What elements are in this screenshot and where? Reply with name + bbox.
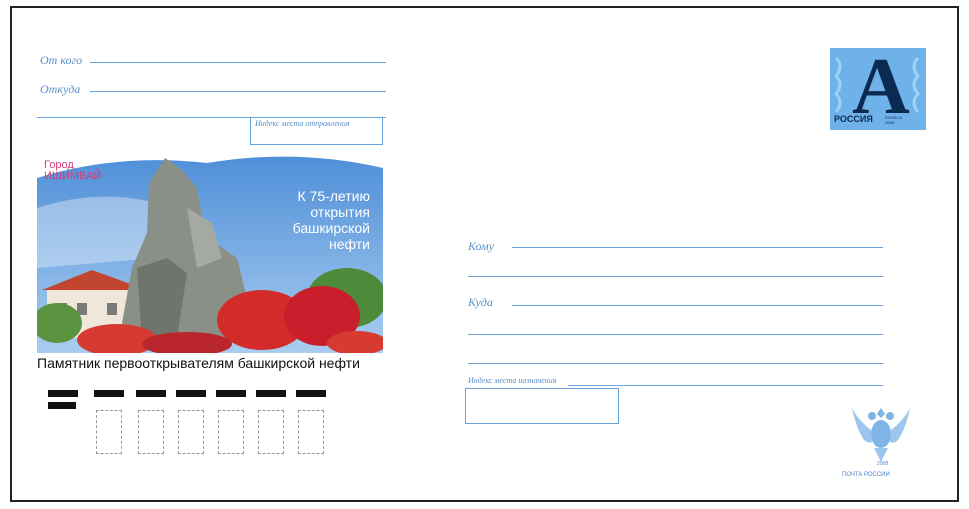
emblem-year: 2008: [877, 461, 889, 467]
postcode-bar: [176, 390, 206, 397]
postcode-bar: [94, 390, 124, 397]
postcode-bar: [256, 390, 286, 397]
recipient-postcode-label: Индекс места назначения: [468, 376, 557, 385]
recipient-postcode-box: [465, 388, 619, 424]
town-name: ИШИМБАЙ: [44, 170, 102, 182]
postcode-digit-box: [96, 410, 122, 454]
sender-from-line: [90, 62, 386, 63]
recipient-to-line: [512, 247, 883, 248]
postcode-bar: [216, 390, 246, 397]
anniversary-line-4: нефти: [329, 236, 370, 252]
anniversary-line-1: К 75-летию: [297, 188, 370, 204]
recipient-where-label: Куда: [468, 295, 493, 309]
anniversary-text: К 75-летию открытия башкирской нефти: [220, 188, 370, 252]
double-headed-eagle-icon: [852, 408, 910, 462]
sender-from-label: От кого: [40, 53, 83, 67]
sender-where-label: Откуда: [40, 82, 81, 96]
recipient-line-2: [468, 276, 883, 277]
sender-where-line: [90, 91, 386, 92]
stamp-country: РОССИЯ: [834, 114, 873, 124]
recipient-line-4: [468, 334, 883, 335]
anniversary-line-3: башкирской: [292, 220, 370, 236]
postcode-digit-box: [138, 410, 164, 454]
post-office-name: ПОЧТА РОССИИ: [842, 472, 890, 478]
postcode-bar: [48, 390, 78, 397]
recipient-where-line: [512, 305, 883, 306]
illustration-caption: Памятник первооткрывателям башкирской не…: [37, 355, 360, 371]
postcode-digit-box: [218, 410, 244, 454]
stamp-small-text: ROSSIJA 2008: [885, 115, 902, 125]
postcode-digit-box: [298, 410, 324, 454]
postcode-digit-box: [258, 410, 284, 454]
recipient-postcode-line: [568, 385, 883, 386]
recipient-to-label: Кому: [468, 239, 495, 253]
postcode-bar: [296, 390, 326, 397]
postcode-digit-box: [178, 410, 204, 454]
anniversary-line-2: открытия: [310, 204, 370, 220]
stamp-small-text-2: 2008: [885, 120, 894, 125]
postage-stamp: А РОССИЯ ROSSIJA 2008: [830, 48, 926, 130]
postcode-bar: [136, 390, 166, 397]
recipient-line-5: [468, 363, 883, 364]
sender-postcode-box: Индекс места отправления: [250, 117, 383, 145]
postcode-bar: [48, 402, 76, 409]
sender-postcode-label: Индекс места отправления: [255, 119, 350, 128]
